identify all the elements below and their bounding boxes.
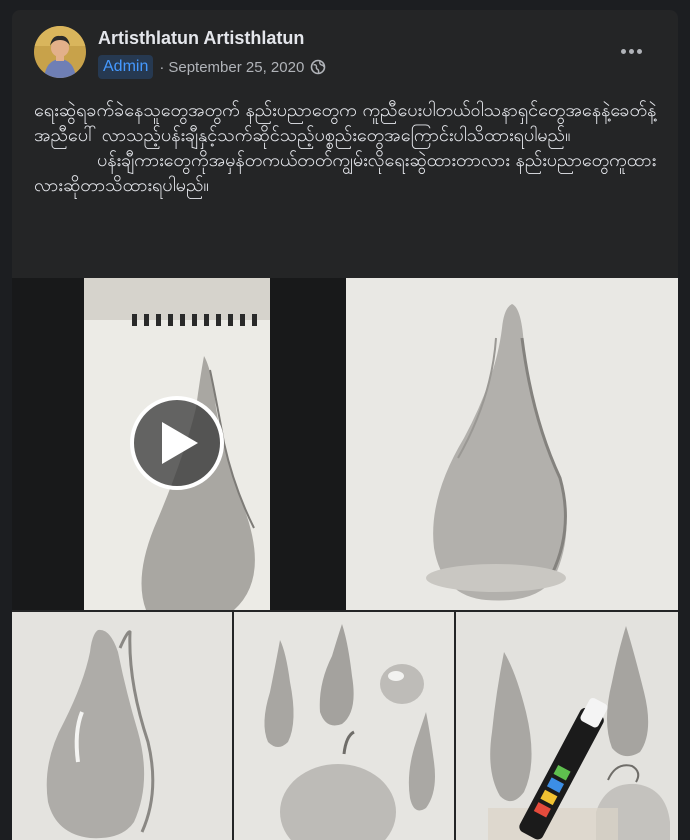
more-options-icon[interactable] <box>616 36 646 66</box>
photo-drops-with-posca-marker[interactable] <box>456 612 678 840</box>
meta-separator: · <box>159 58 165 76</box>
post-card: Artisthlatun Artisthlatun Admin · Septem… <box>12 10 678 840</box>
post-paragraph: ပန်းချီကားတွေကိုအမှန်တကယ်တတ်ကျွမ်းလိုရေး… <box>34 150 657 196</box>
globe-icon[interactable] <box>310 59 326 75</box>
photo-drop-drawing-large[interactable] <box>346 278 678 610</box>
video-thumbnail[interactable] <box>84 278 270 610</box>
more-dot <box>620 48 626 54</box>
post-text: ရေးဆွဲရခက်ခဲနေသူတွေအတွက် နည်းပညာတွေက ကူည… <box>34 98 664 198</box>
play-icon[interactable] <box>130 396 224 490</box>
more-dot <box>628 48 634 54</box>
video-backdrop <box>12 278 84 610</box>
post-date[interactable]: September 25, 2020 <box>168 59 304 76</box>
admin-badge[interactable]: Admin <box>98 55 154 79</box>
more-dot <box>636 48 642 54</box>
photo-drops-and-fruit[interactable] <box>234 612 454 840</box>
photo-drop-drawing-closeup[interactable] <box>12 612 232 840</box>
post-paragraph: ရေးဆွဲရခက်ခဲနေသူတွေအတွက် နည်းပညာတွေက ကူည… <box>34 100 657 146</box>
post-header: Artisthlatun Artisthlatun Admin · Septem… <box>12 10 678 90</box>
author-name[interactable]: Artisthlatun Artisthlatun <box>98 28 304 49</box>
post-meta: Admin · September 25, 2020 <box>98 54 326 80</box>
video-backdrop <box>270 278 346 610</box>
avatar[interactable] <box>34 26 86 78</box>
